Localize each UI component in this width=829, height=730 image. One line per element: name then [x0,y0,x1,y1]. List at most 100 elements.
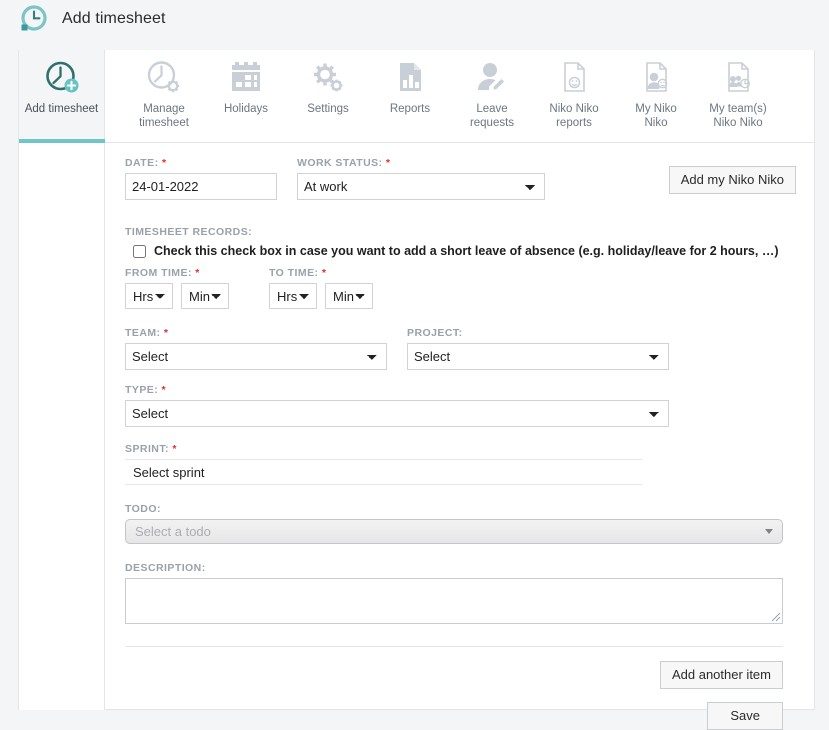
work-status-field-group: WORK STATUS: * At work [297,157,545,200]
description-textarea-wrap [125,578,783,624]
add-another-item-row: Add another item [125,661,783,689]
gears-icon [306,58,350,98]
description-label: DESCRIPTION: [125,562,796,574]
team-label: TEAM: * [125,327,387,339]
to-time-label-text: TO TIME: [269,267,319,279]
required-marker: * [161,384,167,396]
required-marker: * [163,327,169,339]
tab-reports[interactable]: Reports [369,50,451,142]
tab-label: Holidays [223,103,269,115]
required-marker: * [195,267,200,279]
sprint-input[interactable] [125,459,642,485]
description-label-text: DESCRIPTION: [125,562,206,574]
required-marker: * [161,157,167,169]
page-header: Add timesheet [0,0,829,38]
calendar-icon [224,58,268,98]
to-time-label: TO TIME: * [269,267,373,279]
team-select[interactable]: Select [125,343,387,370]
short-leave-checkbox-row[interactable]: Check this check box in case you want to… [133,244,796,259]
chevron-down-icon [765,529,773,534]
tab-label: Settings [307,103,349,115]
tab-niko-niko-reports[interactable]: Niko Niko reports [533,50,615,142]
to-time-group: TO TIME: * Hrs Min [269,267,373,309]
todo-select-wrap[interactable]: Select a todo [125,519,783,544]
from-hours-wrap: Hrs [125,283,173,309]
from-time-label-text: FROM TIME: [125,267,192,279]
page-title: Add timesheet [62,10,166,27]
short-leave-checkbox-label: Check this check box in case you want to… [154,244,779,258]
add-another-item-button[interactable]: Add another item [659,661,783,689]
short-leave-checkbox[interactable] [133,245,146,258]
description-textarea[interactable] [125,578,783,624]
bar-chart-doc-icon [388,58,432,98]
to-hours-wrap: Hrs [269,283,317,309]
todo-label-text: TODO: [125,503,161,515]
tab-manage-timesheet[interactable]: Manage timesheet [123,50,205,142]
person-edit-icon [470,58,514,98]
from-minutes-wrap: Min [181,283,229,309]
from-hours-select[interactable]: Hrs [125,283,173,309]
from-time-label: FROM TIME: * [125,267,229,279]
team-project-row: TEAM: * Select PROJECT: Select [125,327,796,370]
save-button[interactable]: Save [707,702,783,730]
clock-icon [18,3,50,35]
type-label-text: TYPE: [125,384,159,396]
tab-holidays[interactable]: Holidays [205,50,287,142]
from-minutes-select[interactable]: Min [181,283,229,309]
add-my-niko-niko-button[interactable]: Add my Niko Niko [668,166,796,194]
doc-person-smiley-icon [634,58,678,98]
project-field-group: PROJECT: Select [407,327,669,370]
team-label-text: TEAM: [125,327,161,339]
todo-field-group: TODO: Select a todo [125,503,796,544]
sprint-label: SPRINT: * [125,443,796,455]
required-marker: * [172,443,177,455]
type-label: TYPE: * [125,384,796,396]
tab-label: My Niko Niko [635,103,677,129]
date-input[interactable] [125,173,277,200]
tab-label: Reports [389,103,431,115]
type-select-wrap: Select [125,400,669,427]
date-label-text: DATE: [125,157,159,169]
to-minutes-wrap: Min [325,283,373,309]
tab-label: My team(s) Niko Niko [709,103,767,129]
project-select[interactable]: Select [407,343,669,370]
required-marker: * [321,267,327,279]
sprint-field-group: SPRINT: * [125,443,796,485]
date-field-group: DATE: * [125,157,277,200]
tab-my-teams-niko-niko[interactable]: My team(s) Niko Niko [697,50,779,142]
work-status-label: WORK STATUS: * [297,157,545,169]
tab-leave-requests[interactable]: Leave requests [451,50,533,142]
tab-label: Leave requests [469,103,515,129]
clock-gear-icon [142,58,186,98]
project-label-text: PROJECT: [407,327,463,339]
timesheet-form: DATE: * WORK STATUS: * At work Add my Ni… [105,143,814,730]
timesheet-records-label: TIMESHEET RECORDS: [125,226,253,238]
tab-settings[interactable]: Settings [287,50,369,142]
tab-add-timesheet[interactable]: Add timesheet [19,50,105,143]
left-rail [19,143,105,710]
required-marker: * [385,157,391,169]
doc-smiley-icon [552,58,596,98]
tab-label: Niko Niko reports [549,103,599,129]
clock-plus-icon [40,58,84,98]
time-row: FROM TIME: * Hrs Min TO TIME: * Hrs Min [125,267,796,309]
work-status-label-text: WORK STATUS: [297,157,383,169]
work-status-select[interactable]: At work [297,173,545,200]
to-hours-select[interactable]: Hrs [269,283,317,309]
to-minutes-select[interactable]: Min [325,283,373,309]
type-select[interactable]: Select [125,400,669,427]
project-label: PROJECT: [407,327,669,339]
description-field-group: DESCRIPTION: [125,562,796,624]
date-label: DATE: * [125,157,277,169]
tab-bar: Add timesheet Manage timesheet Holidays … [19,50,814,143]
card-body: DATE: * WORK STATUS: * At work Add my Ni… [19,143,814,730]
todo-select-value[interactable]: Select a todo [125,519,783,544]
type-field-group: TYPE: * Select [125,384,796,427]
tab-my-niko-niko[interactable]: My Niko Niko [615,50,697,142]
save-row: Save [125,702,783,730]
sprint-label-text: SPRINT: [125,443,169,455]
main-card: Add timesheet Manage timesheet Holidays … [18,50,815,730]
tab-label: Add timesheet [24,103,99,115]
team-field-group: TEAM: * Select [125,327,387,370]
